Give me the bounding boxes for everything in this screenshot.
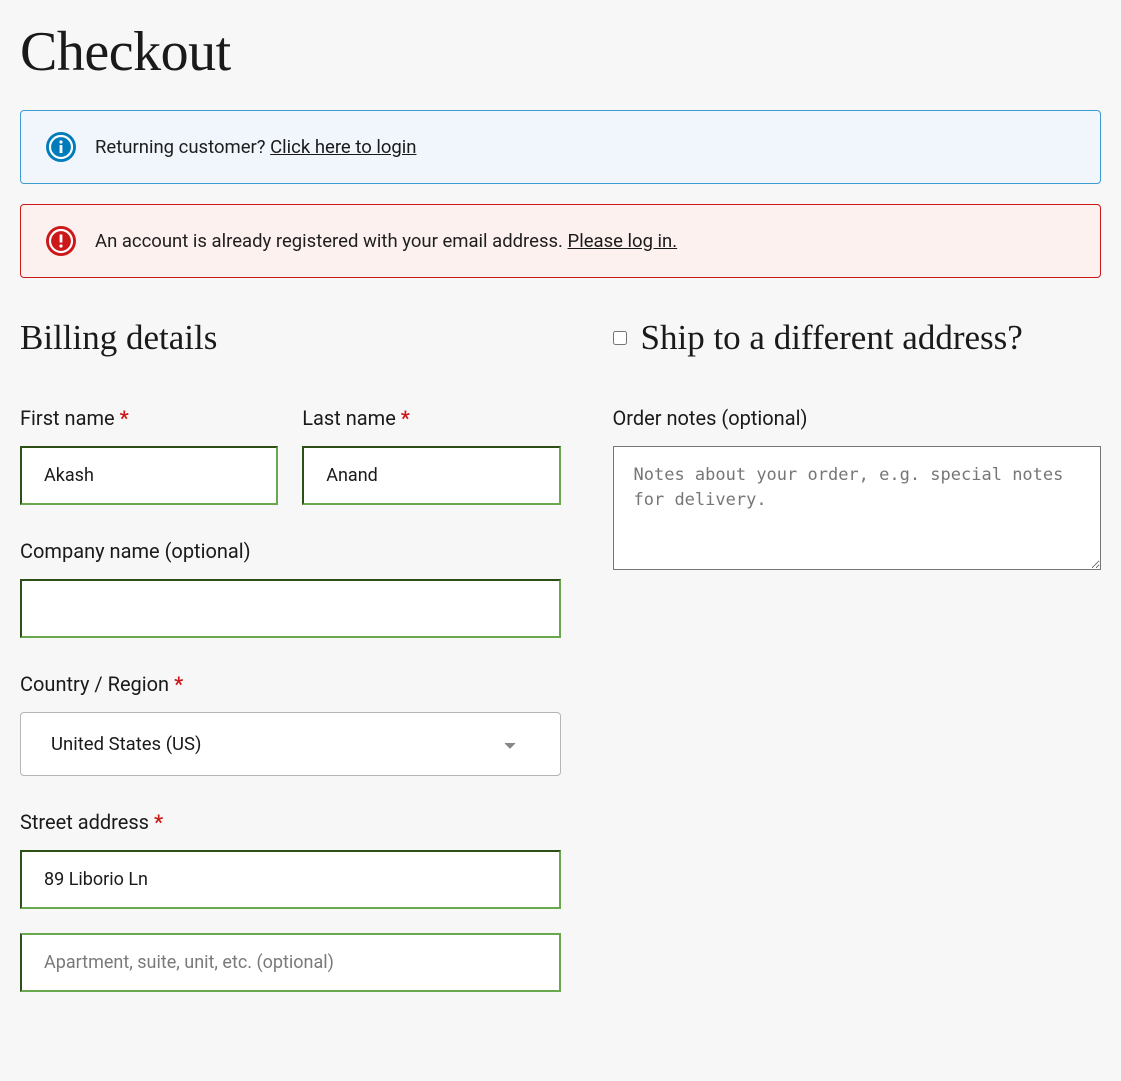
page-title: Checkout (20, 20, 1101, 84)
required-marker: * (401, 406, 410, 430)
last-name-input[interactable] (302, 446, 560, 505)
first-name-input[interactable] (20, 446, 278, 505)
notice-account-exists: An account is already registered with yo… (20, 204, 1101, 278)
street-label: Street address * (20, 810, 561, 834)
company-input[interactable] (20, 579, 561, 638)
country-label-text: Country / Region (20, 672, 174, 696)
billing-heading: Billing details (20, 318, 561, 358)
notice-error-prefix: An account is already registered with yo… (95, 230, 568, 252)
required-marker: * (174, 672, 183, 696)
notice-info-prefix: Returning customer? (95, 136, 270, 158)
country-label: Country / Region * (20, 672, 561, 696)
chevron-down-icon (504, 733, 516, 755)
street1-input[interactable] (20, 850, 561, 909)
order-notes-textarea[interactable] (613, 446, 1102, 570)
notice-returning-customer: Returning customer? Click here to login (20, 110, 1101, 184)
notice-error-text: An account is already registered with yo… (95, 230, 677, 252)
notice-info-text: Returning customer? Click here to login (95, 136, 417, 158)
ship-different-checkbox[interactable] (613, 331, 627, 345)
login-link[interactable]: Click here to login (270, 136, 416, 158)
info-icon (45, 131, 77, 163)
first-name-label-text: First name (20, 406, 120, 430)
last-name-label: Last name * (302, 406, 560, 430)
country-value: United States (US) (51, 733, 201, 755)
first-name-label: First name * (20, 406, 278, 430)
error-icon (45, 225, 77, 257)
required-marker: * (154, 810, 163, 834)
country-select[interactable]: United States (US) (20, 712, 561, 776)
please-login-link[interactable]: Please log in. (568, 230, 678, 252)
company-label: Company name (optional) (20, 539, 561, 563)
required-marker: * (120, 406, 129, 430)
last-name-label-text: Last name (302, 406, 401, 430)
street-label-text: Street address (20, 810, 154, 834)
order-notes-label: Order notes (optional) (613, 406, 1102, 430)
street2-input[interactable] (20, 933, 561, 992)
ship-heading[interactable]: Ship to a different address? (641, 318, 1023, 358)
